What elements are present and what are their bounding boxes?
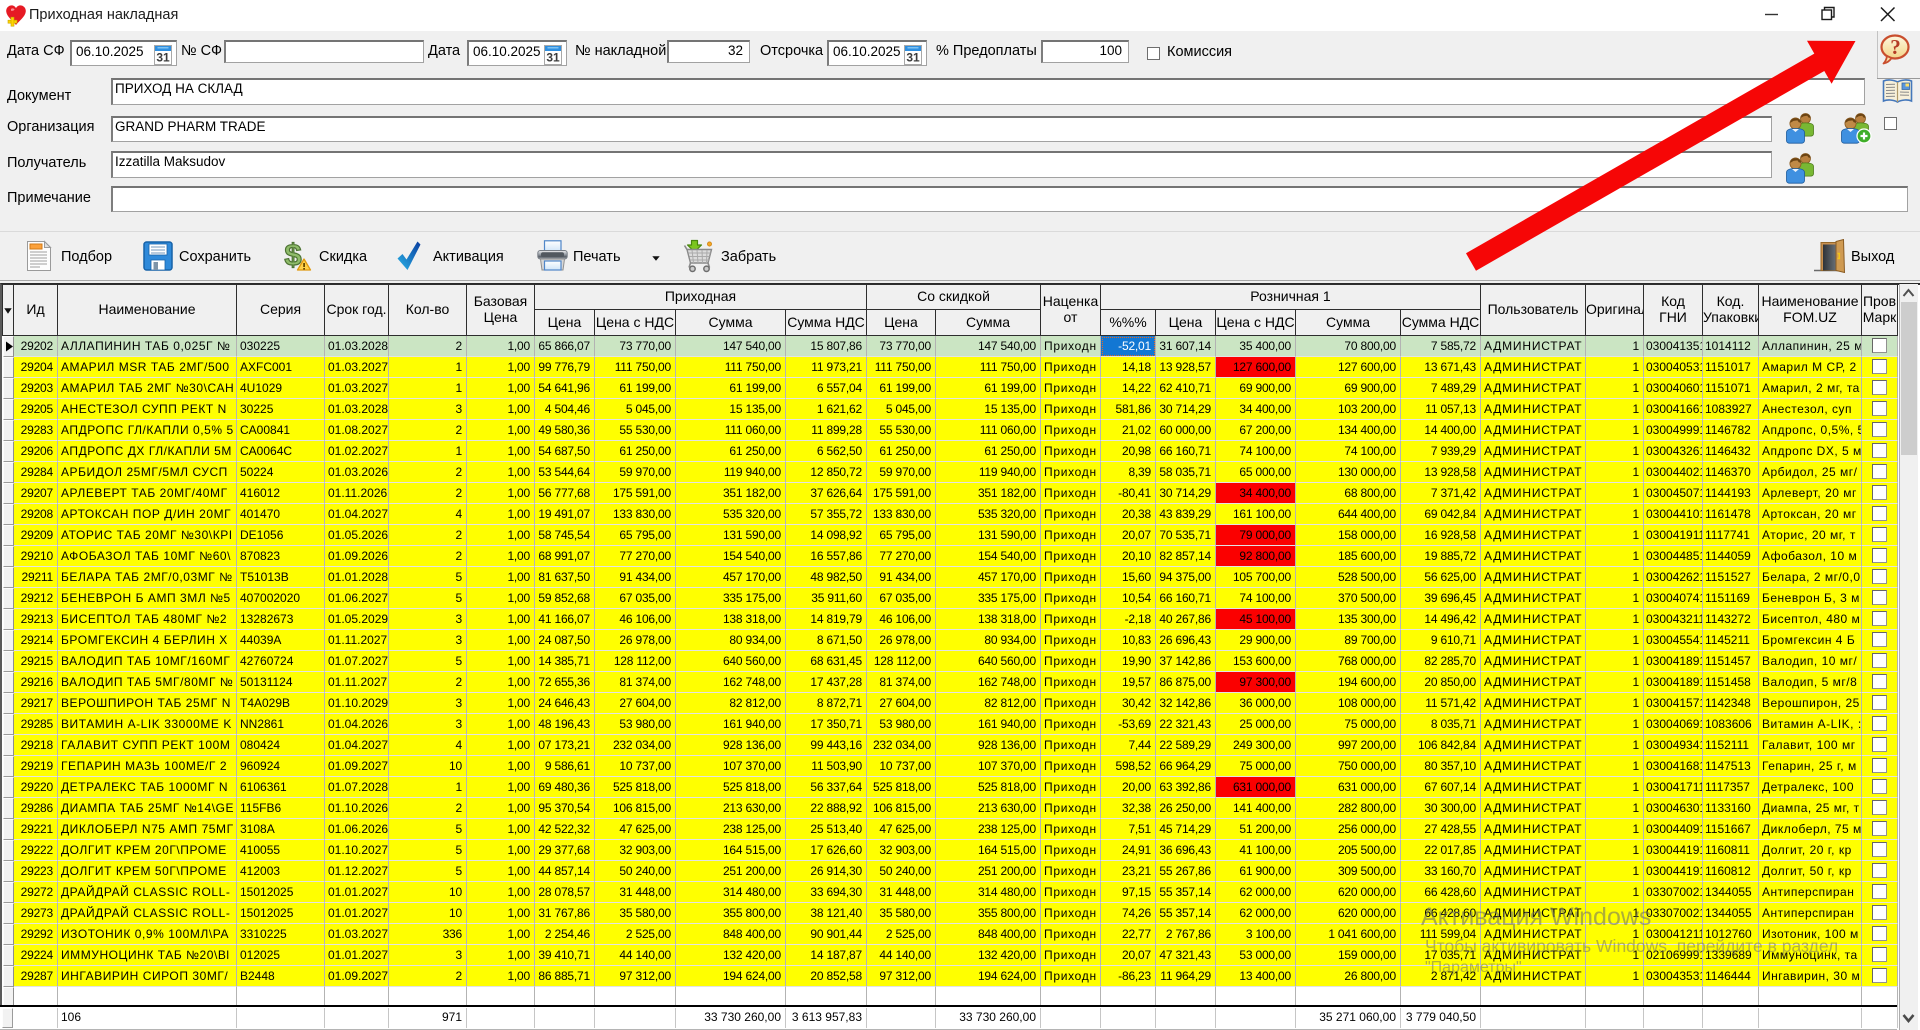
- svg-text:31: 31: [156, 51, 170, 65]
- svg-text:31: 31: [546, 51, 560, 65]
- svg-text:?: ?: [1890, 35, 1901, 59]
- svg-text:31: 31: [906, 51, 920, 65]
